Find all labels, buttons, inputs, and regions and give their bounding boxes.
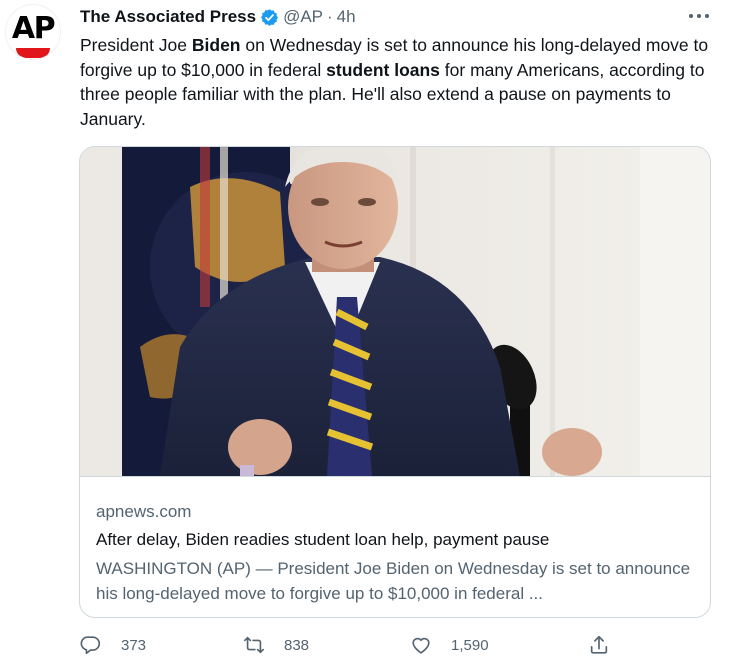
author-handle[interactable]: @AP [283,7,323,27]
share-button[interactable] [588,634,610,656]
tweet-text: President Joe Biden on Wednesday is set … [80,33,710,132]
reply-count: 373 [121,636,147,654]
like-icon [412,637,430,654]
reply-button[interactable]: 373 [80,634,146,656]
separator-dot: · [327,7,333,26]
like-count: 1,590 [451,636,489,654]
reply-icon [80,636,101,655]
tweet-actions: 373 838 1,590 [75,634,635,657]
retweet-button[interactable]: 838 [243,634,309,656]
ap-logo-bar [16,48,50,58]
author-name[interactable]: The Associated Press [80,7,256,27]
share-icon [590,635,608,654]
more-icon[interactable] [686,6,712,26]
tweet[interactable]: AP The Associated Press @AP · 4h Preside… [0,0,731,657]
author-avatar[interactable]: AP [5,4,61,60]
verified-badge-icon [261,8,279,26]
tweet-text-bold: Biden [191,35,241,55]
like-button[interactable]: 1,590 [410,634,489,656]
tweet-text-part: President Joe [80,35,192,55]
tweet-header: The Associated Press @AP · 4h [80,6,356,28]
retweet-count: 838 [284,636,310,654]
link-card[interactable]: apnews.com After delay, Biden readies st… [79,146,711,618]
card-title: After delay, Biden readies student loan … [96,530,550,549]
retweet-icon [244,636,264,654]
card-domain: apnews.com [96,502,192,521]
link-card-meta[interactable]: apnews.com After delay, Biden readies st… [80,476,710,617]
tweet-timestamp[interactable]: 4h [337,7,356,27]
ap-logo-text: AP [11,11,56,46]
tweet-text-bold: student loans [326,59,440,80]
card-description: WASHINGTON (AP) — President Joe Biden on… [96,559,691,603]
article-photo[interactable] [80,147,710,476]
